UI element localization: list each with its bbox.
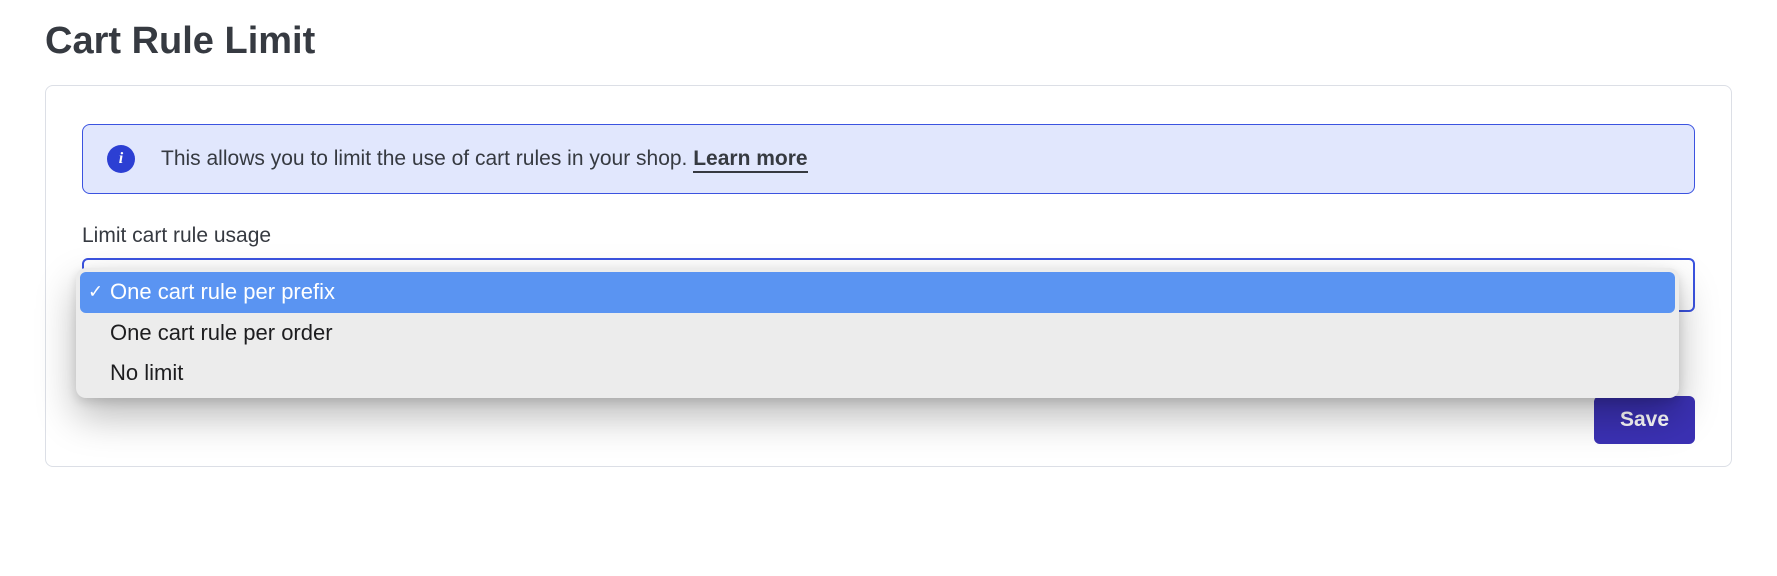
dropdown-option-label: One cart rule per order — [110, 320, 333, 345]
info-icon: i — [107, 145, 135, 173]
dropdown-option-per-order[interactable]: One cart rule per order — [80, 313, 1675, 354]
dropdown-option-per-prefix[interactable]: ✓ One cart rule per prefix — [80, 272, 1675, 313]
dropdown-option-label: One cart rule per prefix — [110, 279, 335, 304]
info-text: This allows you to limit the use of cart… — [161, 147, 808, 171]
actions-row: Save — [82, 396, 1695, 444]
limit-usage-select-wrap: ✓ One cart rule per prefix One cart rule… — [82, 258, 1695, 312]
check-icon: ✓ — [88, 281, 103, 304]
dropdown-option-label: No limit — [110, 360, 183, 385]
learn-more-link[interactable]: Learn more — [693, 147, 807, 173]
dropdown-option-no-limit[interactable]: No limit — [80, 353, 1675, 394]
save-button[interactable]: Save — [1594, 396, 1695, 444]
limit-usage-label: Limit cart rule usage — [82, 224, 1695, 248]
settings-card: i This allows you to limit the use of ca… — [45, 85, 1732, 467]
info-banner: i This allows you to limit the use of ca… — [82, 124, 1695, 194]
limit-usage-dropdown: ✓ One cart rule per prefix One cart rule… — [76, 268, 1679, 398]
info-text-body: This allows you to limit the use of cart… — [161, 147, 693, 170]
page-title: Cart Rule Limit — [45, 20, 1732, 63]
